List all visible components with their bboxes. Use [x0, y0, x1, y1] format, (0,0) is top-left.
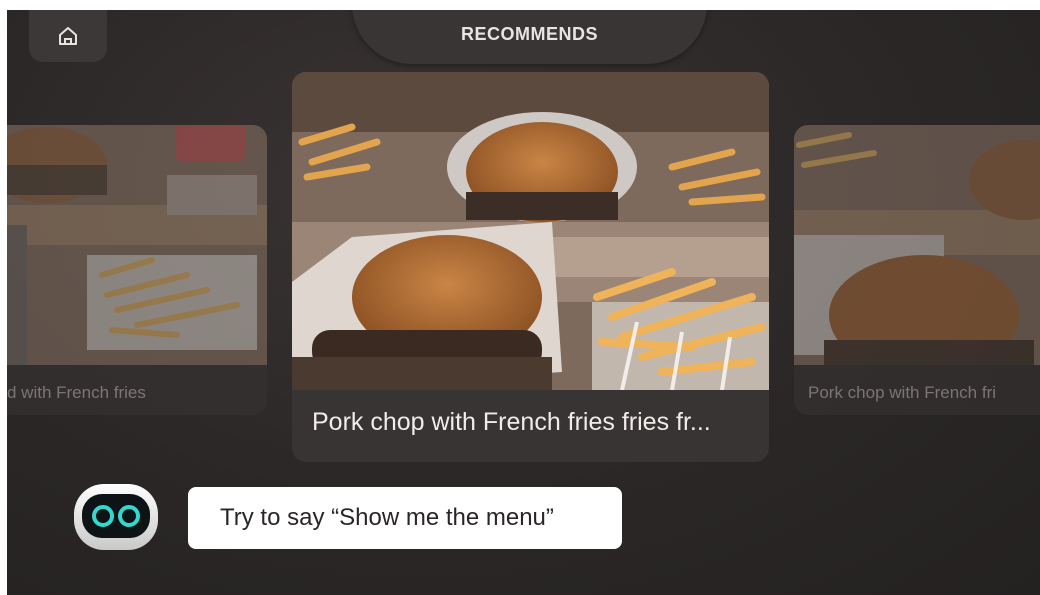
robot-icon[interactable]	[70, 480, 162, 554]
recommend-card-left[interactable]: d with French fries	[7, 125, 267, 415]
food-image-center	[292, 72, 769, 390]
home-button[interactable]	[29, 10, 107, 62]
recommend-card-right[interactable]: Pork chop with French fri	[794, 125, 1040, 415]
recommend-card-center[interactable]: Pork chop with French fries fries fr...	[292, 72, 769, 462]
screen: RECOMMENDS d with French fries Pork chop…	[7, 10, 1040, 595]
home-icon	[59, 27, 77, 45]
voice-prompt-text: Try to say “Show me the menu”	[220, 504, 554, 531]
food-image-left	[7, 125, 267, 365]
badge	[175, 125, 245, 161]
voice-prompt-bubble: Try to say “Show me the menu”	[188, 487, 622, 549]
card-caption-center: Pork chop with French fries fries fr...	[312, 408, 711, 436]
card-caption-left: d with French fries	[7, 383, 146, 402]
food-image-right	[794, 125, 1040, 365]
page-title: RECOMMENDS	[460, 24, 598, 44]
card-caption-right: Pork chop with French fri	[808, 383, 997, 402]
